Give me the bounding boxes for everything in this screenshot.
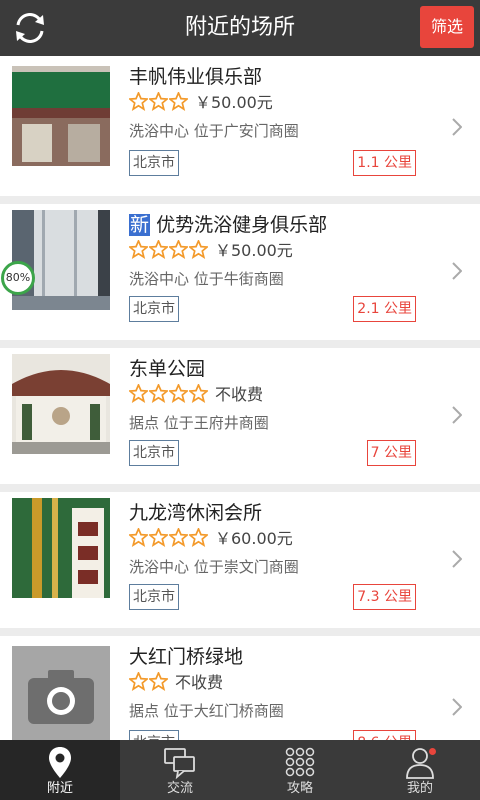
star-outline-icon: [129, 671, 148, 691]
divider: [0, 196, 480, 204]
star-outline-icon: [129, 383, 148, 403]
star-outline-icon: [149, 91, 168, 111]
tab-label: 附近: [46, 781, 73, 796]
rating-stars: 不收费: [129, 670, 223, 692]
grid-dots-icon: [285, 747, 315, 777]
star-outline-icon: [169, 239, 188, 259]
place-thumbnail: [12, 498, 110, 598]
distance-tag: 1.1 公里: [353, 150, 416, 176]
star-outline-icon: [189, 527, 208, 547]
place-name: 新 优势洗浴健身俱乐部: [129, 210, 327, 237]
city-tag: 北京市: [129, 296, 179, 322]
place-name-text: 优势洗浴健身俱乐部: [156, 214, 328, 236]
page-title: 附近的场所: [184, 15, 295, 40]
star-outline-icon: [129, 527, 148, 547]
place-thumbnail: [12, 210, 110, 310]
star-outline-icon: [149, 239, 168, 259]
rating-stars: ￥50.00元: [129, 90, 273, 112]
place-name: 大红门桥绿地: [129, 646, 244, 668]
place-price: 不收费: [175, 673, 224, 692]
place-name: 东单公园: [129, 358, 206, 380]
place-description: 洗浴中心 位于广安门商圈: [129, 122, 299, 140]
divider: [0, 628, 480, 636]
chevron-right-icon: [452, 550, 462, 568]
new-badge: 新: [129, 214, 151, 236]
star-outline-icon: [169, 91, 188, 111]
star-outline-icon: [149, 671, 168, 691]
star-outline-icon: [149, 527, 168, 547]
star-outline-icon: [189, 239, 208, 259]
tab-community[interactable]: 交流: [120, 740, 240, 800]
tab-mine[interactable]: 我的: [360, 740, 480, 800]
user-icon: [406, 748, 434, 779]
bottom-tab-bar: 附近 交流 攻略 我的: [0, 740, 480, 800]
progress-indicator: 80%: [1, 261, 35, 295]
tab-guide[interactable]: 攻略: [240, 740, 360, 800]
tab-label: 交流: [166, 781, 193, 796]
place-price: 不收费: [215, 385, 264, 404]
star-outline-icon: [149, 383, 168, 403]
distance-tag: 7.3 公里: [353, 584, 416, 610]
place-description: 据点 位于大红门桥商圈: [129, 702, 284, 720]
place-name: 九龙湾休闲会所: [129, 502, 263, 524]
place-description: 据点 位于王府井商圈: [129, 414, 269, 432]
chevron-right-icon: [452, 406, 462, 424]
rating-stars: 不收费: [129, 382, 263, 404]
city-tag: 北京市: [129, 584, 179, 610]
star-outline-icon: [169, 383, 188, 403]
location-pin-icon: [49, 747, 71, 778]
place-description: 洗浴中心 位于崇文门商圈: [129, 558, 299, 576]
distance-tag: 8.6 公里: [353, 730, 416, 740]
place-name: 丰帆伟业俱乐部: [129, 66, 263, 88]
star-outline-icon: [169, 527, 188, 547]
chevron-right-icon: [452, 118, 462, 136]
place-thumbnail-placeholder: [12, 646, 110, 740]
distance-tag: 2.1 公里: [353, 296, 416, 322]
camera-icon: [12, 646, 110, 740]
tab-label: 我的: [406, 781, 433, 796]
divider: [0, 340, 480, 348]
tab-label: 攻略: [286, 781, 313, 796]
star-outline-icon: [189, 383, 208, 403]
tab-nearby[interactable]: 附近: [0, 740, 120, 800]
place-description: 洗浴中心 位于牛街商圈: [129, 270, 284, 288]
city-tag: 北京市: [129, 440, 179, 466]
city-tag: 北京市: [129, 150, 179, 176]
list-item[interactable]: 东单公园 不收费 据点 位于王府井商圈 北京市 7 公里: [0, 348, 480, 484]
list-item[interactable]: 丰帆伟业俱乐部 ￥50.00元 洗浴中心 位于广安门商圈 北京市 1.1 公里: [0, 56, 480, 196]
star-outline-icon: [129, 239, 148, 259]
chevron-right-icon: [452, 698, 462, 716]
rating-stars: ￥50.00元: [129, 238, 293, 260]
place-price: ￥60.00元: [215, 529, 293, 548]
list-item[interactable]: 80% 新 优势洗浴健身俱乐部 ￥50.00元 洗浴中心 位于牛街商圈 北京市 …: [0, 204, 480, 340]
place-list: 丰帆伟业俱乐部 ￥50.00元 洗浴中心 位于广安门商圈 北京市 1.1 公里 …: [0, 56, 480, 740]
list-item[interactable]: 大红门桥绿地 不收费 据点 位于大红门桥商圈 北京市 8.6 公里: [0, 636, 480, 740]
distance-tag: 7 公里: [366, 440, 416, 466]
place-price: ￥50.00元: [195, 93, 273, 112]
chat-bubbles-icon: [164, 748, 195, 780]
place-price: ￥50.00元: [215, 241, 293, 260]
star-outline-icon: [129, 91, 148, 111]
filter-button[interactable]: 筛选: [420, 6, 474, 48]
divider: [0, 484, 480, 492]
city-tag: 北京市: [129, 730, 179, 740]
app-header: 附近的场所 筛选: [0, 0, 480, 56]
place-thumbnail: [12, 354, 110, 454]
list-item[interactable]: 九龙湾休闲会所 ￥60.00元 洗浴中心 位于崇文门商圈 北京市 7.3 公里: [0, 492, 480, 628]
chevron-right-icon: [452, 262, 462, 280]
rating-stars: ￥60.00元: [129, 526, 293, 548]
place-thumbnail: [12, 66, 110, 166]
